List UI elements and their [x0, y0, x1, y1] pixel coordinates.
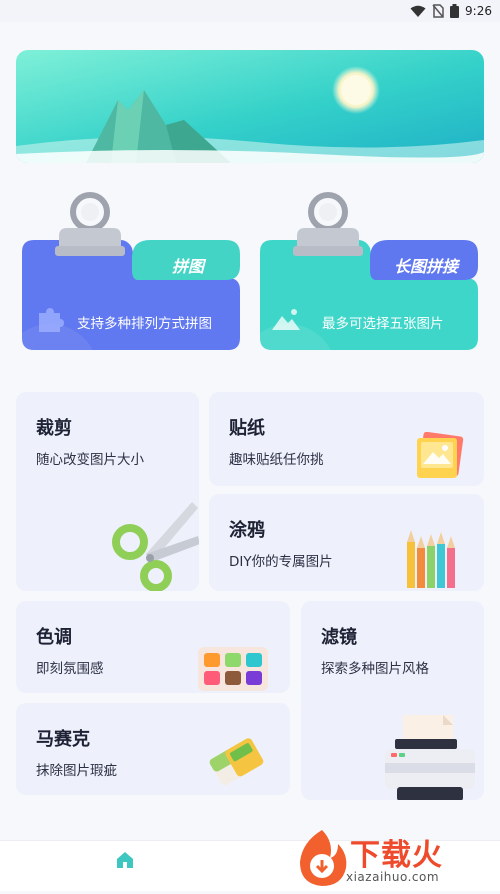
color-palette-icon: [198, 647, 268, 693]
banner-illustration: [16, 50, 484, 163]
collage-tag: 拼图: [171, 257, 204, 276]
doodle-sub: DIY你的专属图片: [229, 554, 333, 570]
filter-sub: 探索多种图片风格: [321, 661, 429, 677]
no-sim-icon: [432, 4, 444, 18]
watermark-brand: 下载火: [350, 838, 443, 873]
mosaic-title: 马赛克: [36, 729, 90, 750]
wifi-icon: [410, 5, 426, 17]
sticker-sub: 趣味贴纸任你挑: [229, 452, 324, 468]
doodle-title: 涂鸦: [229, 520, 265, 541]
long-image-desc: 最多可选择五张图片: [322, 316, 444, 332]
binder-clip-icon: [293, 192, 363, 262]
crop-sub: 随心改变图片大小: [36, 452, 144, 468]
long-image-tag: 长图拼接: [393, 257, 458, 276]
puzzle-icon: [36, 304, 66, 338]
filter-title: 滤镜: [321, 627, 357, 648]
scissors-icon: [106, 496, 199, 591]
watermark-site: xiazaihuo.com: [346, 870, 440, 884]
binder-clip-icon: [55, 192, 125, 262]
sticker-title: 贴纸: [229, 418, 265, 439]
collage-card[interactable]: 拼图 支持多种排列方式拼图: [20, 192, 240, 354]
sticker-icon: [407, 431, 467, 486]
banner[interactable]: [16, 50, 484, 163]
mountain-image-icon: [270, 304, 302, 338]
mosaic-sub: 抹除图片瑕疵: [36, 763, 117, 779]
eraser-icon: [200, 725, 272, 795]
long-image-card[interactable]: 长图拼接 最多可选择五张图片: [258, 192, 478, 354]
battery-icon: [450, 4, 460, 18]
tone-sub: 即刻氛围感: [36, 661, 104, 677]
collage-desc: 支持多种排列方式拼图: [77, 316, 212, 332]
status-bar: 9:26: [0, 0, 500, 22]
home-icon[interactable]: [114, 849, 136, 875]
tone-tile[interactable]: 色调 即刻氛围感: [16, 601, 290, 693]
crop-title: 裁剪: [36, 418, 72, 439]
colored-pencils-icon: [403, 528, 467, 591]
doodle-tile[interactable]: 涂鸦 DIY你的专属图片: [209, 494, 484, 591]
printer-icon: [381, 713, 479, 800]
status-time: 9:26: [465, 4, 492, 18]
crop-tile[interactable]: 裁剪 随心改变图片大小: [16, 392, 199, 591]
tone-title: 色调: [36, 627, 72, 648]
filter-tile[interactable]: 滤镜 探索多种图片风格: [301, 601, 484, 800]
sticker-tile[interactable]: 贴纸 趣味贴纸任你挑: [209, 392, 484, 486]
mosaic-tile[interactable]: 马赛克 抹除图片瑕疵: [16, 703, 290, 795]
